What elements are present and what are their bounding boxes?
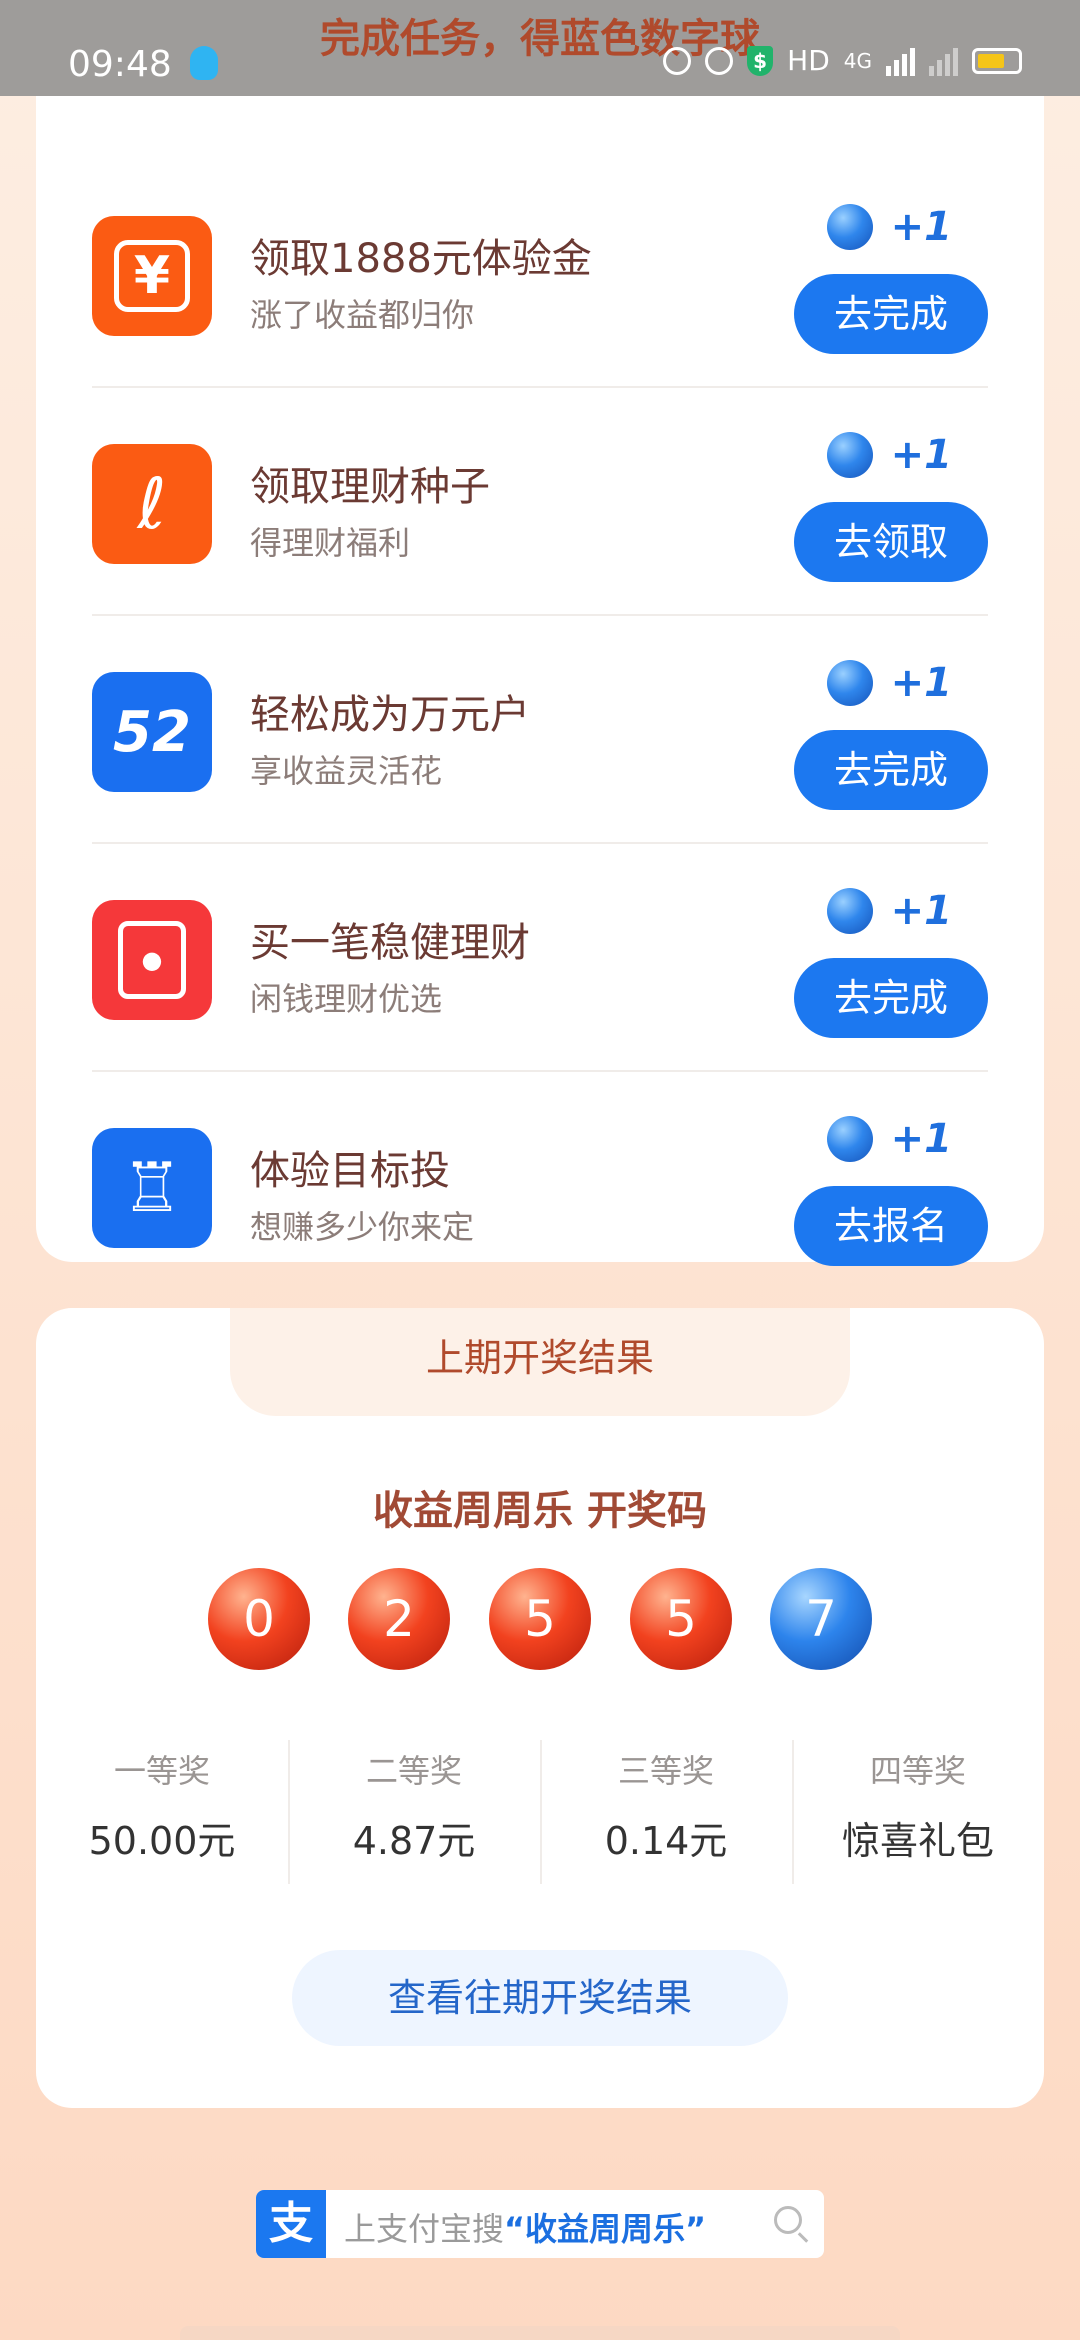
task-title: 体验目标投	[250, 1148, 450, 1194]
task-card: ¥ 领取1888元体验金 涨了收益都归你 +1 去完成 ℓ 领取理财种子 得理财…	[36, 60, 1044, 1266]
number-ball: 5	[630, 1568, 732, 1670]
number-ball: 0	[208, 1568, 310, 1670]
status-indicators: $ HD 4G	[663, 44, 1022, 77]
reward: +1	[826, 888, 952, 934]
target-tower-icon[interactable]: ♖	[92, 1128, 212, 1248]
task-action-button[interactable]: 去完成	[794, 730, 988, 810]
reward: +1	[826, 204, 952, 250]
battery-icon	[972, 47, 1022, 74]
task-title: 领取1888元体验金	[250, 236, 592, 282]
prize-value: 50.00元	[88, 1819, 236, 1863]
task-item: 52 轻松成为万元户 享收益灵活花 +1 去完成	[92, 616, 988, 844]
draw-code-title: 收益周周乐 开奖码	[373, 1488, 707, 1534]
network-label: HD	[787, 44, 830, 77]
draw-numbers: 0 2 5 5 7	[208, 1568, 888, 1672]
task-title: 轻松成为万元户	[250, 692, 530, 738]
task-item: ℓ 领取理财种子 得理财福利 +1 去领取	[92, 388, 988, 616]
task-action-button[interactable]: 去完成	[794, 958, 988, 1038]
signal-2-icon	[929, 46, 958, 76]
reward-count: +1	[890, 660, 952, 706]
prize-name: 三等奖	[617, 1752, 714, 1790]
signal-icon	[886, 46, 915, 76]
task-action-button[interactable]: 去领取	[794, 502, 988, 582]
task-item: ● 买一笔稳健理财 闲钱理财优选 +1 去完成	[92, 844, 988, 1072]
reward: +1	[826, 660, 952, 706]
blue-ball-icon	[826, 432, 873, 478]
view-history-button[interactable]: 查看往期开奖结果	[292, 1950, 788, 2046]
prize-table: 一等奖 50.00元 二等奖 4.87元 三等奖 0.14元 四等奖 惊喜礼包	[36, 1734, 1044, 1886]
reward: +1	[826, 432, 952, 478]
result-card: 上期开奖结果 收益周周乐 开奖码 0 2 5 5 7 一等奖 50.00元 二等…	[36, 1308, 1044, 2108]
task-subtitle: 得理财福利	[250, 524, 411, 562]
prize-tier: 二等奖 4.87元	[288, 1734, 540, 1886]
task-item: ♖ 体验目标投 想赚多少你来定 +1 去报名	[92, 1072, 988, 1300]
shield-dollar-icon: $	[747, 45, 774, 76]
number-ball-blue: 7	[770, 1568, 872, 1670]
task-title: 领取理财种子	[250, 464, 490, 510]
search-hint: 上支付宝搜“收益周周乐”	[344, 2210, 707, 2248]
reward-count: +1	[890, 888, 952, 934]
52-badge-icon[interactable]: 52	[92, 672, 212, 792]
task-item: ¥ 领取1888元体验金 涨了收益都归你 +1 去完成	[92, 160, 988, 388]
blue-ball-icon	[826, 204, 873, 250]
task-subtitle: 享收益灵活花	[250, 752, 443, 790]
prize-value: 4.87元	[352, 1819, 476, 1863]
task-subtitle: 涨了收益都归你	[250, 296, 475, 334]
reward-count: +1	[890, 204, 952, 250]
search-keyword: “收益周周乐”	[504, 2210, 707, 2248]
task-subtitle: 想赚多少你来定	[250, 1208, 475, 1246]
blue-ball-icon	[826, 1116, 873, 1162]
prize-name: 四等奖	[869, 1752, 966, 1790]
prize-tier: 四等奖 惊喜礼包	[792, 1734, 1044, 1886]
prize-value: 0.14元	[604, 1819, 728, 1863]
result-tab-title: 上期开奖结果	[230, 1308, 850, 1416]
number-ball: 5	[489, 1568, 591, 1670]
alipay-search-bar[interactable]: 支 上支付宝搜“收益周周乐”	[256, 2190, 824, 2258]
blue-ball-icon	[826, 888, 873, 934]
alarm-icon	[705, 46, 734, 75]
tv-yen-icon[interactable]: ¥	[92, 216, 212, 336]
prize-name: 一等奖	[113, 1752, 210, 1790]
signal-label: 4G	[843, 48, 872, 73]
reward-count: +1	[890, 432, 952, 478]
task-subtitle: 闲钱理财优选	[250, 980, 443, 1018]
prize-tier: 三等奖 0.14元	[540, 1734, 792, 1886]
prize-value: 惊喜礼包	[841, 1819, 994, 1863]
task-action-button[interactable]: 去完成	[794, 274, 988, 354]
status-time: 09:48	[68, 44, 172, 85]
red-envelope-icon[interactable]: ●	[92, 900, 212, 1020]
qq-icon	[190, 46, 218, 80]
prize-name: 二等奖	[365, 1752, 462, 1790]
reward: +1	[826, 1116, 952, 1162]
seed-bag-icon[interactable]: ℓ	[92, 444, 212, 564]
prize-tier: 一等奖 50.00元	[36, 1734, 288, 1886]
search-icon[interactable]	[774, 2206, 802, 2234]
task-title: 买一笔稳健理财	[250, 920, 530, 966]
status-bar: 完成任务，得蓝色数字球 09:48 $ HD 4G	[0, 0, 1080, 96]
number-ball: 2	[348, 1568, 450, 1670]
alipay-logo-icon: 支	[256, 2190, 326, 2258]
bottom-strip	[180, 2326, 900, 2340]
reward-count: +1	[890, 1116, 952, 1162]
blue-ball-icon	[826, 660, 873, 706]
mute-bell-icon	[663, 46, 692, 75]
task-action-button[interactable]: 去报名	[794, 1186, 988, 1266]
